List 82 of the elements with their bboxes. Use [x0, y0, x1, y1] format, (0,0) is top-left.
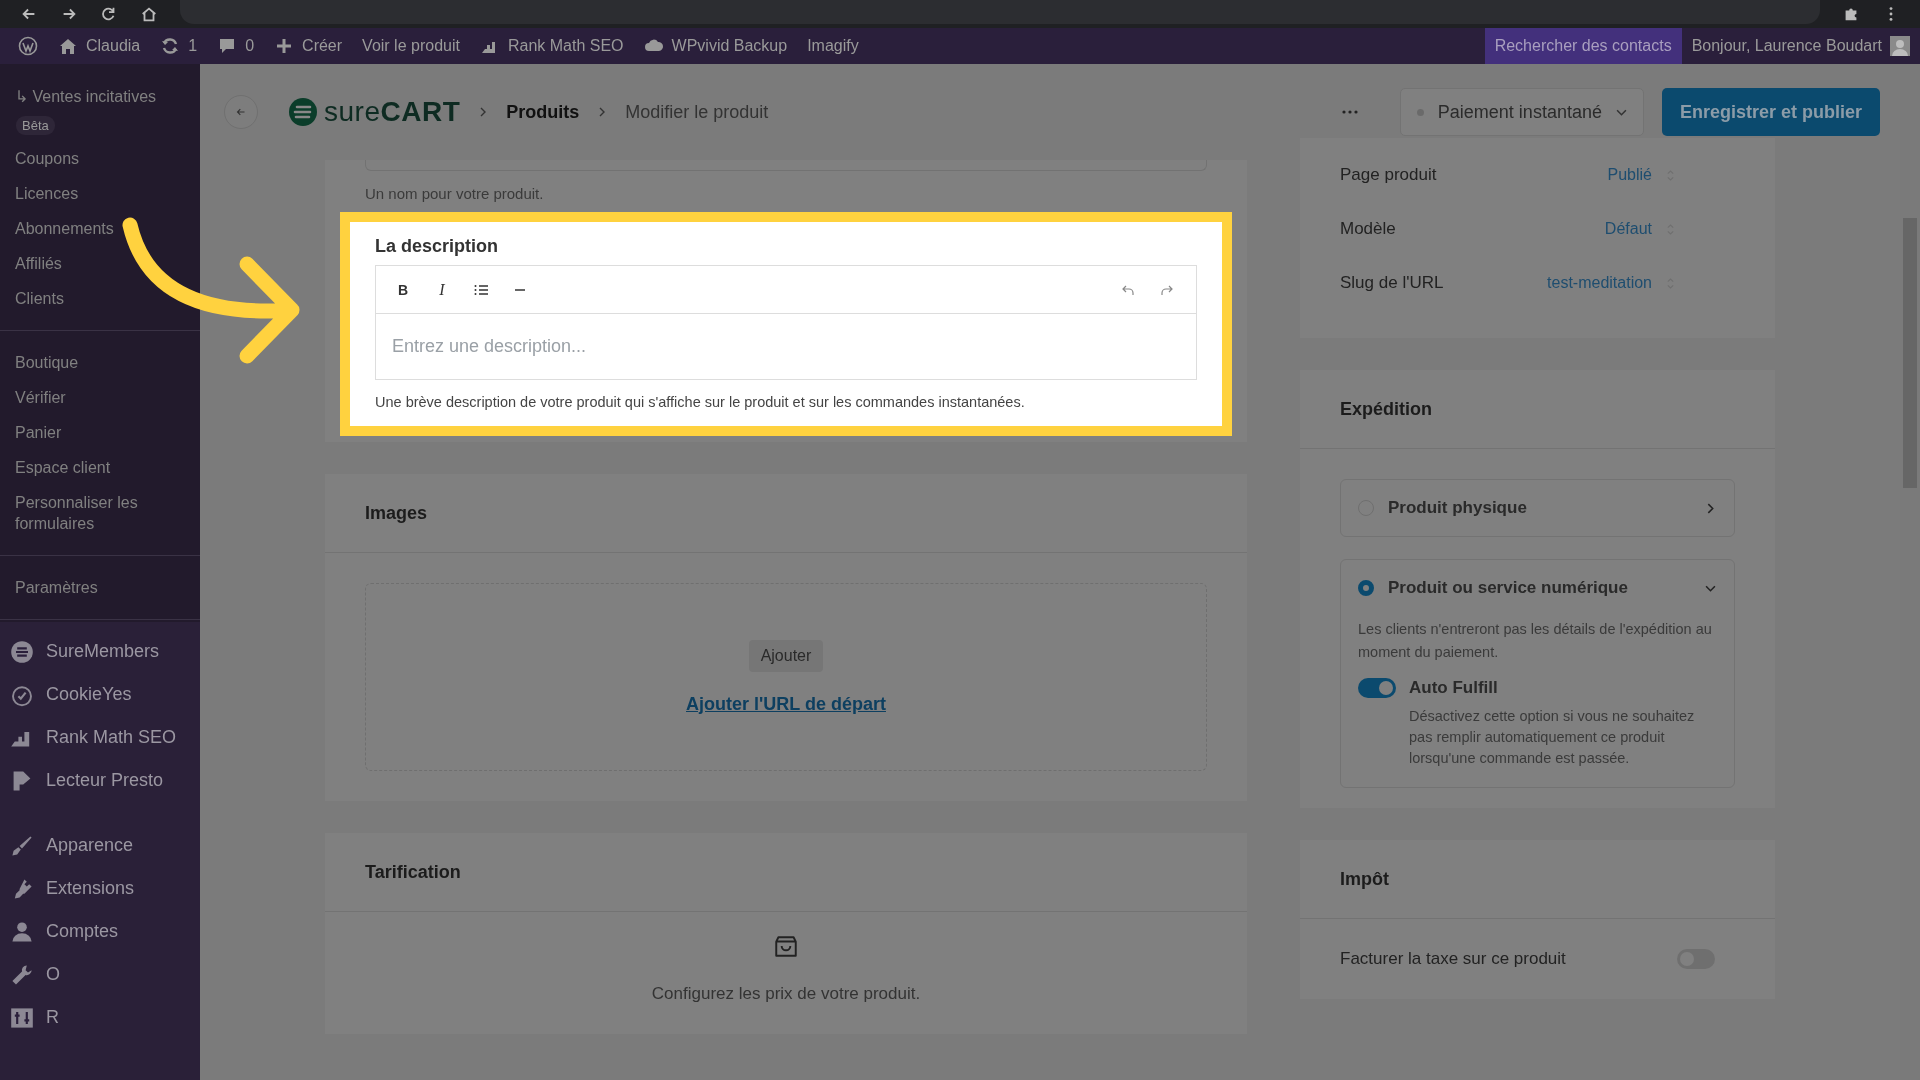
account-menu[interactable]: Bonjour, Laurence Boudart [1681, 28, 1920, 64]
italic-button[interactable]: I [435, 280, 449, 299]
submenu-item[interactable]: Vérifier [0, 380, 200, 415]
submenu-item[interactable]: Espace client [0, 450, 200, 485]
breadcrumb-link[interactable]: Produits [506, 101, 580, 123]
card-title: Images [325, 474, 1247, 553]
menu-item[interactable]: Rank Math SEO [0, 716, 200, 759]
description-label: La description [375, 236, 500, 257]
search-contacts-button[interactable]: Rechercher des contacts [1484, 28, 1682, 64]
home-icon [58, 36, 78, 56]
brand-logo: sureCART [324, 96, 461, 128]
submenu-item[interactable]: Coupons [0, 141, 200, 176]
admin-bar-item[interactable]: Claudia [48, 28, 151, 64]
submenu-item[interactable]: Paramètres [0, 570, 200, 605]
submenu-item[interactable]: Personnaliser les formulaires [0, 485, 200, 541]
setting-label: Modèle [1340, 219, 1396, 239]
menu-item[interactable]: O [0, 953, 200, 996]
breadcrumb-link[interactable]: Modifier le produit [625, 101, 769, 123]
menu-item[interactable]: Comptes [0, 910, 200, 953]
refresh-icon [160, 36, 181, 56]
wrench-icon [10, 962, 34, 987]
sliders-icon [10, 1005, 34, 1030]
submenu-item[interactable]: Panier [0, 415, 200, 450]
add-url-link[interactable]: Ajouter l'URL de départ [686, 693, 886, 715]
option-description: Les clients n'entreront pas les détails de l'expédition au moment du paiement. [1358, 620, 1713, 662]
pricing-description: Configurez les prix de votre produit. [651, 984, 921, 1004]
undo-icon[interactable] [1121, 283, 1135, 296]
shipping-option[interactable]: Produit physique [1340, 479, 1735, 537]
setting-label: Slug de l'URL [1340, 273, 1444, 293]
menu-item[interactable]: Extensions [0, 867, 200, 910]
logo-icon [288, 97, 318, 127]
admin-bar-item[interactable]: Imagify [797, 28, 869, 64]
admin-bar-item[interactable]: 1 [150, 28, 208, 64]
card-title: Impôt [1300, 840, 1775, 919]
publish-button[interactable]: Enregistrer et publier [1661, 88, 1880, 136]
tax-label: Facturer la taxe sur ce produit [1340, 949, 1566, 969]
description-help: Une brève description de votre produit qui s'affiche sur le produit et sur les commandes instantanées. [375, 394, 1026, 410]
submenu-item[interactable]: Affiliés [0, 246, 200, 281]
submenu-item[interactable]: Abonnements [0, 211, 200, 246]
image-dropzone[interactable]: Ajouter Ajouter l'URL de départ [365, 583, 1207, 771]
submenu-item[interactable]: Clients [0, 281, 200, 316]
setting-select[interactable]: Défaut [1604, 220, 1675, 238]
toggle-switch[interactable] [1358, 678, 1396, 698]
submenu-item[interactable]: Boutique [0, 345, 200, 380]
admin-bar-item[interactable]: Voir le produit [352, 28, 470, 64]
card-title: Expédition [1300, 370, 1775, 449]
menu-item[interactable]: Lecteur Presto [0, 759, 200, 802]
wordpress-logo-icon[interactable] [18, 36, 38, 56]
menu-item[interactable]: R [0, 996, 200, 1039]
setting-label: Page produit [1340, 165, 1437, 185]
name-hint: Un nom pour votre produit. [365, 185, 545, 202]
bold-button[interactable]: B [396, 281, 410, 298]
brush-icon [10, 833, 34, 858]
admin-bar-item[interactable]: WPvivid Backup [633, 28, 798, 64]
menu-item[interactable]: Apparence [0, 824, 200, 867]
option-label: Produit physique [1388, 498, 1528, 518]
list-icon[interactable] [474, 283, 488, 296]
shipping-option[interactable] [1340, 559, 1735, 788]
setting-select[interactable]: test-meditation [1547, 274, 1675, 292]
toggle-description: Désactivez cette option si vous ne souhaitez pas remplir automatiquement ce produit lorsqu'une commande est passée. [1409, 707, 1696, 768]
add-button[interactable]: Ajouter [748, 639, 824, 672]
setting-select[interactable]: Publié [1607, 166, 1675, 184]
status-dropdown[interactable]: Paiement instantané [1399, 88, 1644, 136]
card-title: Tarification [325, 833, 1247, 912]
admin-bar-item[interactable]: 0 [207, 28, 265, 64]
admin-bar-item[interactable]: Créer [264, 28, 353, 64]
home-icon[interactable] [140, 5, 158, 23]
submenu-item[interactable]: ↳ Ventes incitatives [0, 80, 172, 114]
description-input[interactable]: Entrez une description... [375, 314, 1197, 380]
admin-bar-item[interactable]: Rank Math SEO [469, 28, 634, 64]
toggle-label: Auto Fulfill [1409, 678, 1499, 698]
option-label: Produit ou service numérique [1388, 578, 1629, 598]
avatar-icon [1890, 36, 1910, 56]
user-icon [10, 919, 34, 944]
submenu-item[interactable]: Licences [0, 176, 200, 211]
menu-item[interactable]: SureMembers [0, 630, 200, 673]
suremembers-icon [10, 639, 34, 664]
beta-badge: Bêta [16, 116, 55, 135]
menu-item[interactable]: CookieYes [0, 673, 200, 716]
shopping-bag-icon [773, 934, 799, 960]
redo-icon[interactable] [1160, 283, 1174, 296]
radio-button[interactable] [1358, 580, 1374, 596]
